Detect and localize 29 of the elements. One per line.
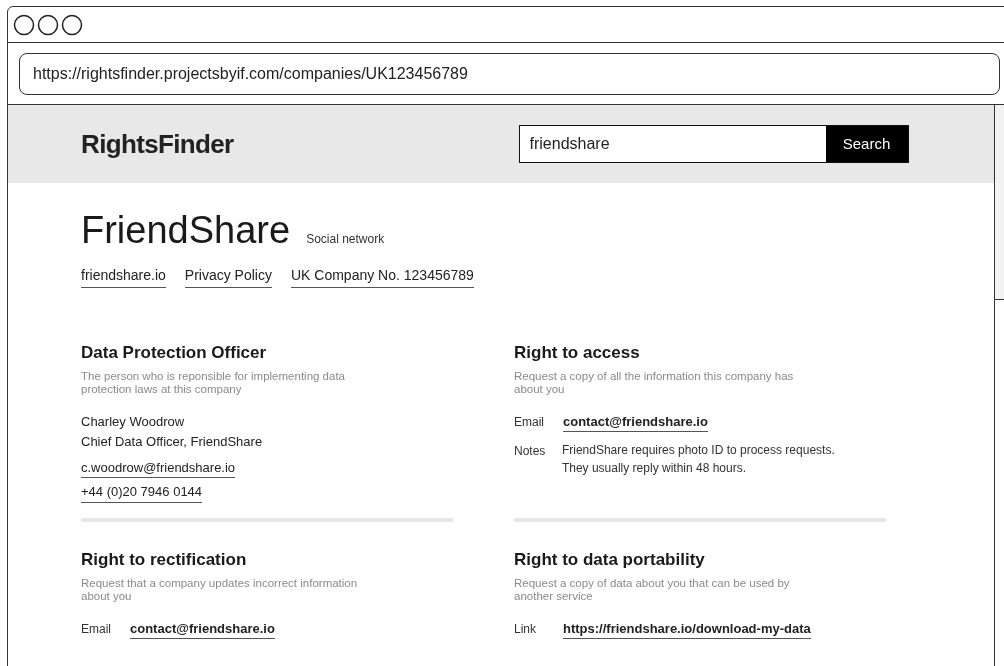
field-label: Link: [514, 620, 537, 638]
field-text: FriendShare requires photo ID to process requests. They usually reply within 48 hours.: [561, 442, 836, 477]
field-label: Email: [514, 413, 545, 431]
section-title: Data Protection Officer: [81, 342, 268, 364]
section-description: Request a copy of all the information this company has about you: [514, 369, 795, 396]
field-label: Email: [81, 620, 112, 638]
section-title: Right to data portability: [514, 549, 706, 571]
contact-link[interactable]: c.woodrow@friendshare.io: [81, 457, 236, 478]
section-title: Right to access: [514, 342, 641, 364]
section-title: Right to rectification: [81, 549, 248, 571]
section-description: Request that a company updates incorrect information about you: [81, 576, 359, 603]
contact-text: Charley Woodrow: [81, 412, 186, 431]
field-link[interactable]: https://friendshare.io/download-my-data: [563, 618, 811, 639]
field-link[interactable]: contact@friendshare.io: [130, 618, 275, 639]
company-link[interactable]: Privacy Policy: [184, 265, 272, 288]
company-name: FriendShare: [81, 209, 291, 251]
field-link[interactable]: contact@friendshare.io: [563, 411, 708, 432]
field-label: Notes: [514, 443, 547, 460]
scrollbar-thumb[interactable]: [995, 105, 1004, 300]
contact-link[interactable]: +44 (0)20 7946 0144: [81, 482, 203, 503]
company-category: Social network: [306, 231, 385, 248]
company-link[interactable]: friendshare.io: [81, 265, 166, 288]
company-link[interactable]: UK Company No. 123456789: [290, 265, 474, 288]
contact-text: Chief Data Officer, FriendShare: [81, 432, 264, 451]
logo[interactable]: RightsFinder: [81, 124, 234, 164]
section-description: Request a copy of data about you that can be used by another service: [514, 576, 791, 603]
address-bar[interactable]: https://rightsfinder.projectsbyif.com/companies/UK123456789: [19, 52, 1000, 95]
section-description: The person who is reponsible for implementing data protection laws at this company: [81, 369, 346, 396]
window-controls-icon[interactable]: [13, 13, 83, 36]
